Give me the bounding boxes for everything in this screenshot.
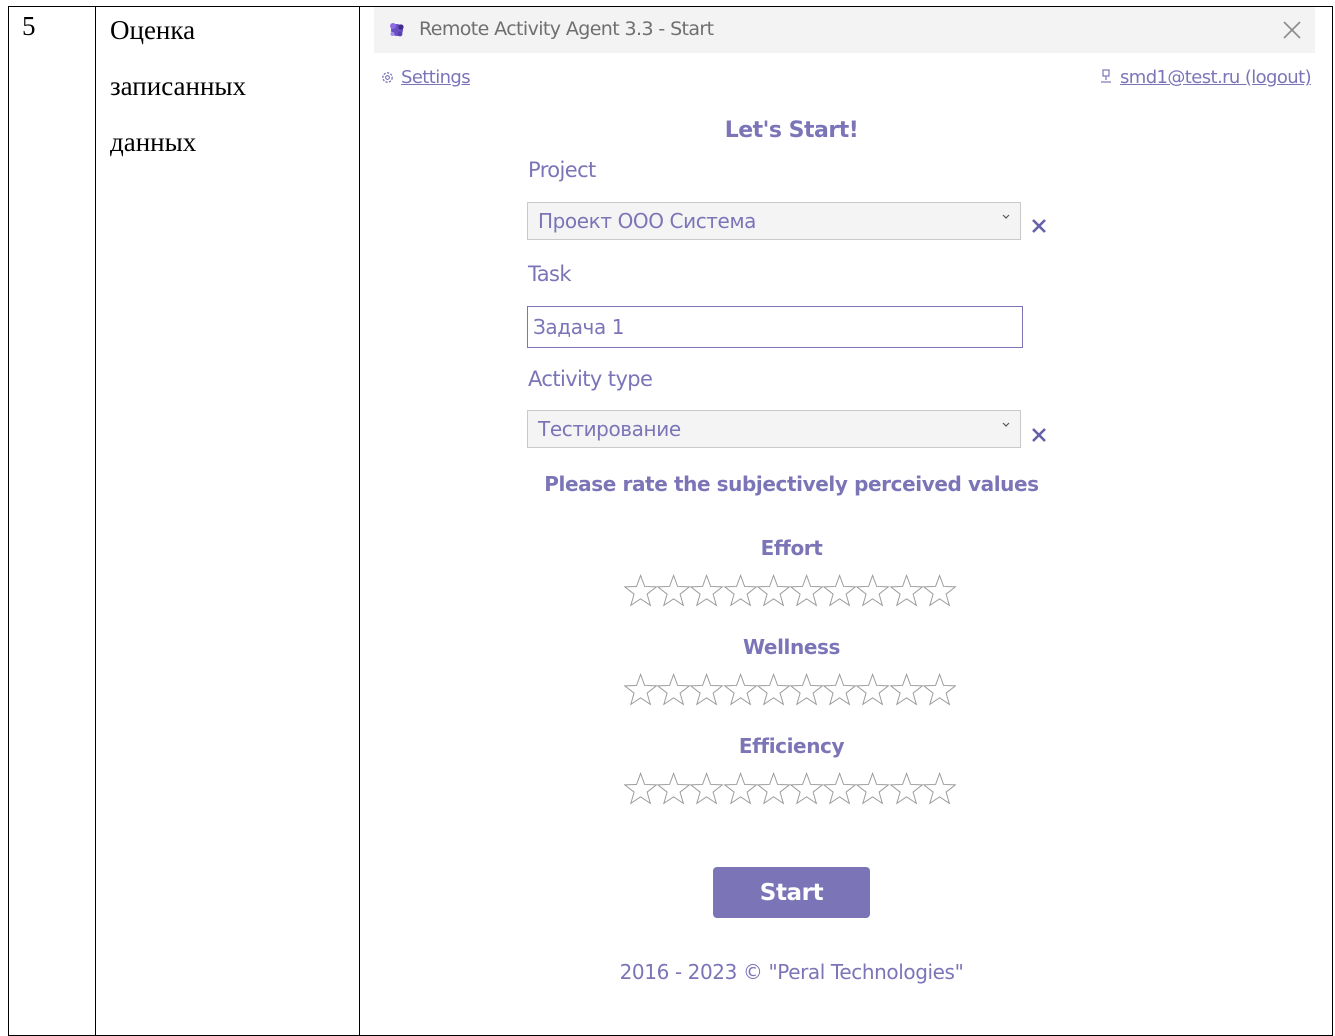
star-icon[interactable] — [823, 771, 857, 807]
star-icon[interactable] — [856, 771, 890, 807]
form-heading: Let's Start! — [724, 118, 859, 143]
star-icon[interactable] — [889, 771, 923, 807]
activity-type-select[interactable]: Тестирование — [527, 410, 1021, 448]
description-line: записанных — [110, 71, 247, 101]
title-bar: Remote Activity Agent 3.3 - Start — [374, 7, 1315, 53]
description-line: Оценка — [110, 15, 196, 45]
clear-project-icon[interactable] — [1029, 216, 1049, 236]
chevron-down-icon — [1002, 214, 1010, 219]
logout-link[interactable]: smd1@test.ru (logout) — [1100, 67, 1312, 88]
star-icon[interactable] — [624, 573, 658, 609]
close-icon[interactable] — [1277, 15, 1307, 45]
star-icon[interactable] — [922, 573, 956, 609]
star-icon[interactable] — [723, 672, 757, 708]
task-label: Task — [528, 262, 572, 286]
star-icon[interactable] — [657, 771, 691, 807]
star-icon[interactable] — [690, 672, 724, 708]
table-column-divider — [359, 7, 360, 1035]
star-icon[interactable] — [723, 771, 757, 807]
user-icon — [1101, 69, 1112, 83]
project-selected-value: Проект ООО Система — [538, 209, 757, 233]
star-icon[interactable] — [690, 771, 724, 807]
star-icon[interactable] — [856, 573, 890, 609]
star-icon[interactable] — [889, 573, 923, 609]
effort-label: Effort — [760, 536, 823, 560]
star-icon[interactable] — [789, 672, 824, 708]
row-number: 5 — [22, 11, 36, 41]
star-icon[interactable] — [823, 573, 857, 609]
star-icon[interactable] — [723, 573, 757, 609]
star-icon[interactable] — [756, 672, 790, 708]
settings-link[interactable]: Settings — [380, 67, 471, 88]
efficiency-label: Efficiency — [738, 734, 845, 758]
star-icon[interactable] — [856, 672, 890, 708]
star-icon[interactable] — [657, 573, 691, 609]
star-icon[interactable] — [789, 573, 824, 609]
star-icon[interactable] — [922, 672, 956, 708]
chevron-down-icon — [1002, 422, 1010, 427]
project-label: Project — [528, 158, 596, 182]
star-icon[interactable] — [756, 573, 790, 609]
star-icon[interactable] — [889, 672, 923, 708]
row-description: Оценка записанных данных — [110, 11, 246, 179]
clear-activity-type-icon[interactable] — [1029, 425, 1049, 445]
footer-copyright: 2016 - 2023 © "Peral Technologies" — [619, 960, 964, 984]
star-icon[interactable] — [756, 771, 790, 807]
app-logo-icon — [390, 23, 404, 37]
gear-icon — [382, 72, 393, 83]
app-window: Remote Activity Agent 3.3 - Start Settin… — [374, 7, 1315, 1028]
activity-type-label: Activity type — [528, 367, 653, 391]
window-title: Remote Activity Agent 3.3 - Start — [419, 18, 714, 40]
description-line: данных — [110, 127, 197, 157]
star-icon[interactable] — [922, 771, 956, 807]
start-button[interactable]: Start — [713, 867, 870, 918]
wellness-star-rating[interactable] — [624, 672, 956, 708]
user-email-label: smd1@test.ru (logout) — [1120, 67, 1312, 88]
activity-type-selected-value: Тестирование — [538, 417, 681, 441]
star-icon[interactable] — [690, 573, 724, 609]
task-input[interactable] — [527, 306, 1023, 348]
star-icon[interactable] — [624, 771, 658, 807]
star-icon[interactable] — [624, 672, 658, 708]
star-icon[interactable] — [823, 672, 857, 708]
star-icon[interactable] — [789, 771, 824, 807]
project-select[interactable]: Проект ООО Система — [527, 202, 1021, 240]
settings-label: Settings — [401, 67, 471, 88]
effort-star-rating[interactable] — [624, 573, 956, 609]
table-column-divider — [95, 7, 96, 1035]
rating-prompt: Please rate the subjectively perceived v… — [544, 472, 1039, 496]
efficiency-star-rating[interactable] — [624, 771, 956, 807]
star-icon[interactable] — [657, 672, 691, 708]
wellness-label: Wellness — [742, 635, 841, 659]
